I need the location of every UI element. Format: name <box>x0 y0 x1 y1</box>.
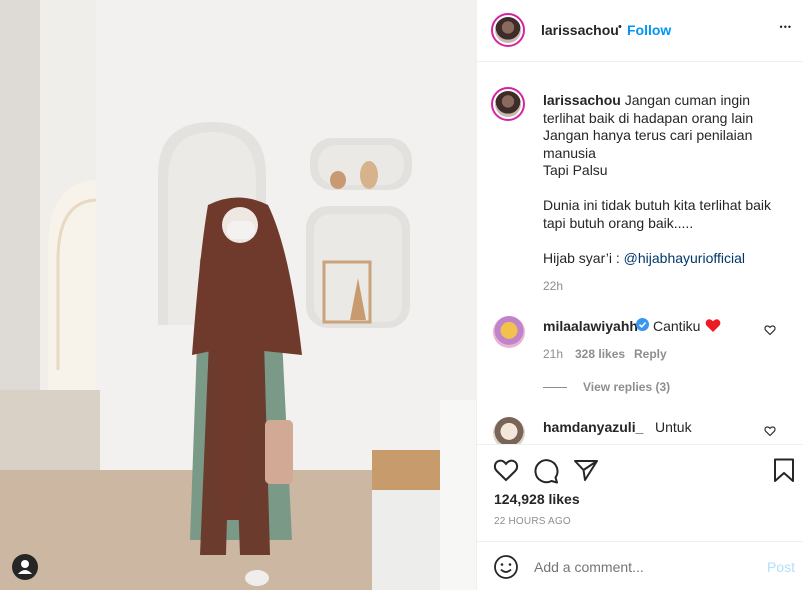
heart-emoji-icon <box>705 318 721 333</box>
emoji-icon[interactable] <box>493 554 519 580</box>
more-options-icon[interactable]: ••• <box>780 22 792 32</box>
comment-icon[interactable] <box>533 458 559 484</box>
view-replies-button[interactable]: View replies (3) <box>583 380 670 394</box>
follow-button[interactable]: Follow <box>627 22 671 38</box>
comment-input[interactable] <box>532 555 756 579</box>
comment-like-icon[interactable] <box>764 324 776 336</box>
comment-item: milaalawiyahh Cantiku 21h 328 likes Repl… <box>477 310 803 410</box>
post-timestamp[interactable]: 22 HOURS AGO <box>494 516 571 527</box>
author-username[interactable]: larissachou <box>541 22 619 38</box>
post-photo-illustration <box>0 0 476 590</box>
like-icon[interactable] <box>493 458 519 482</box>
user-icon <box>18 560 32 574</box>
caption-line-2: Jangan hanya terus cari penilaian manusi… <box>543 127 753 161</box>
user-tag-button[interactable] <box>12 554 38 580</box>
commenter-avatar[interactable] <box>493 417 525 444</box>
likes-count[interactable]: 124,928 likes <box>494 491 580 507</box>
post-header: larissachou • Follow ••• <box>477 0 803 62</box>
comment-time[interactable]: 21h <box>543 347 563 361</box>
caption-hijab-link[interactable]: @hijabhayuriofficial <box>624 250 745 266</box>
share-icon[interactable] <box>573 458 599 482</box>
caption-line-4: Dunia ini tidak butuh kita terlihat baik… <box>543 197 772 231</box>
header-separator: • <box>618 21 622 33</box>
save-bookmark-icon[interactable] <box>773 458 795 483</box>
caption-hijab-prefix: Hijab syar’i : <box>543 249 624 266</box>
post-image[interactable] <box>0 0 476 590</box>
comments-section[interactable]: larissachou Jangan cuman ingin terlihat … <box>477 62 803 444</box>
commenter-username[interactable]: hamdanyazuli_ <box>543 419 643 435</box>
comment-text: Cantiku <box>653 318 701 334</box>
add-comment-bar: Post <box>477 541 803 591</box>
verified-badge-icon <box>636 318 649 331</box>
replies-divider <box>543 387 567 388</box>
caption-time[interactable]: 22h <box>543 279 563 293</box>
caption-author-avatar[interactable] <box>491 87 525 121</box>
comment-like-icon[interactable] <box>764 425 776 437</box>
comment-text: Untuk <box>655 419 692 435</box>
commenter-avatar[interactable] <box>493 316 525 348</box>
comment-likes-count[interactable]: 328 likes <box>575 347 625 361</box>
post-side-panel: larissachou • Follow ••• larissachou Jan… <box>476 0 803 590</box>
post-comment-button[interactable]: Post <box>767 559 795 575</box>
comment-reply-button[interactable]: Reply <box>634 347 667 361</box>
caption-line-3: Tapi Palsu <box>543 162 608 178</box>
commenter-username[interactable]: milaalawiyahh <box>543 318 638 334</box>
author-avatar[interactable] <box>491 13 525 47</box>
caption-username[interactable]: larissachou <box>543 92 621 108</box>
caption-text: larissachou Jangan cuman ingin terlihat … <box>543 92 791 267</box>
comment-item: hamdanyazuli_ Untuk <box>477 415 803 444</box>
action-bar: 124,928 likes 22 HOURS AGO <box>477 444 803 545</box>
